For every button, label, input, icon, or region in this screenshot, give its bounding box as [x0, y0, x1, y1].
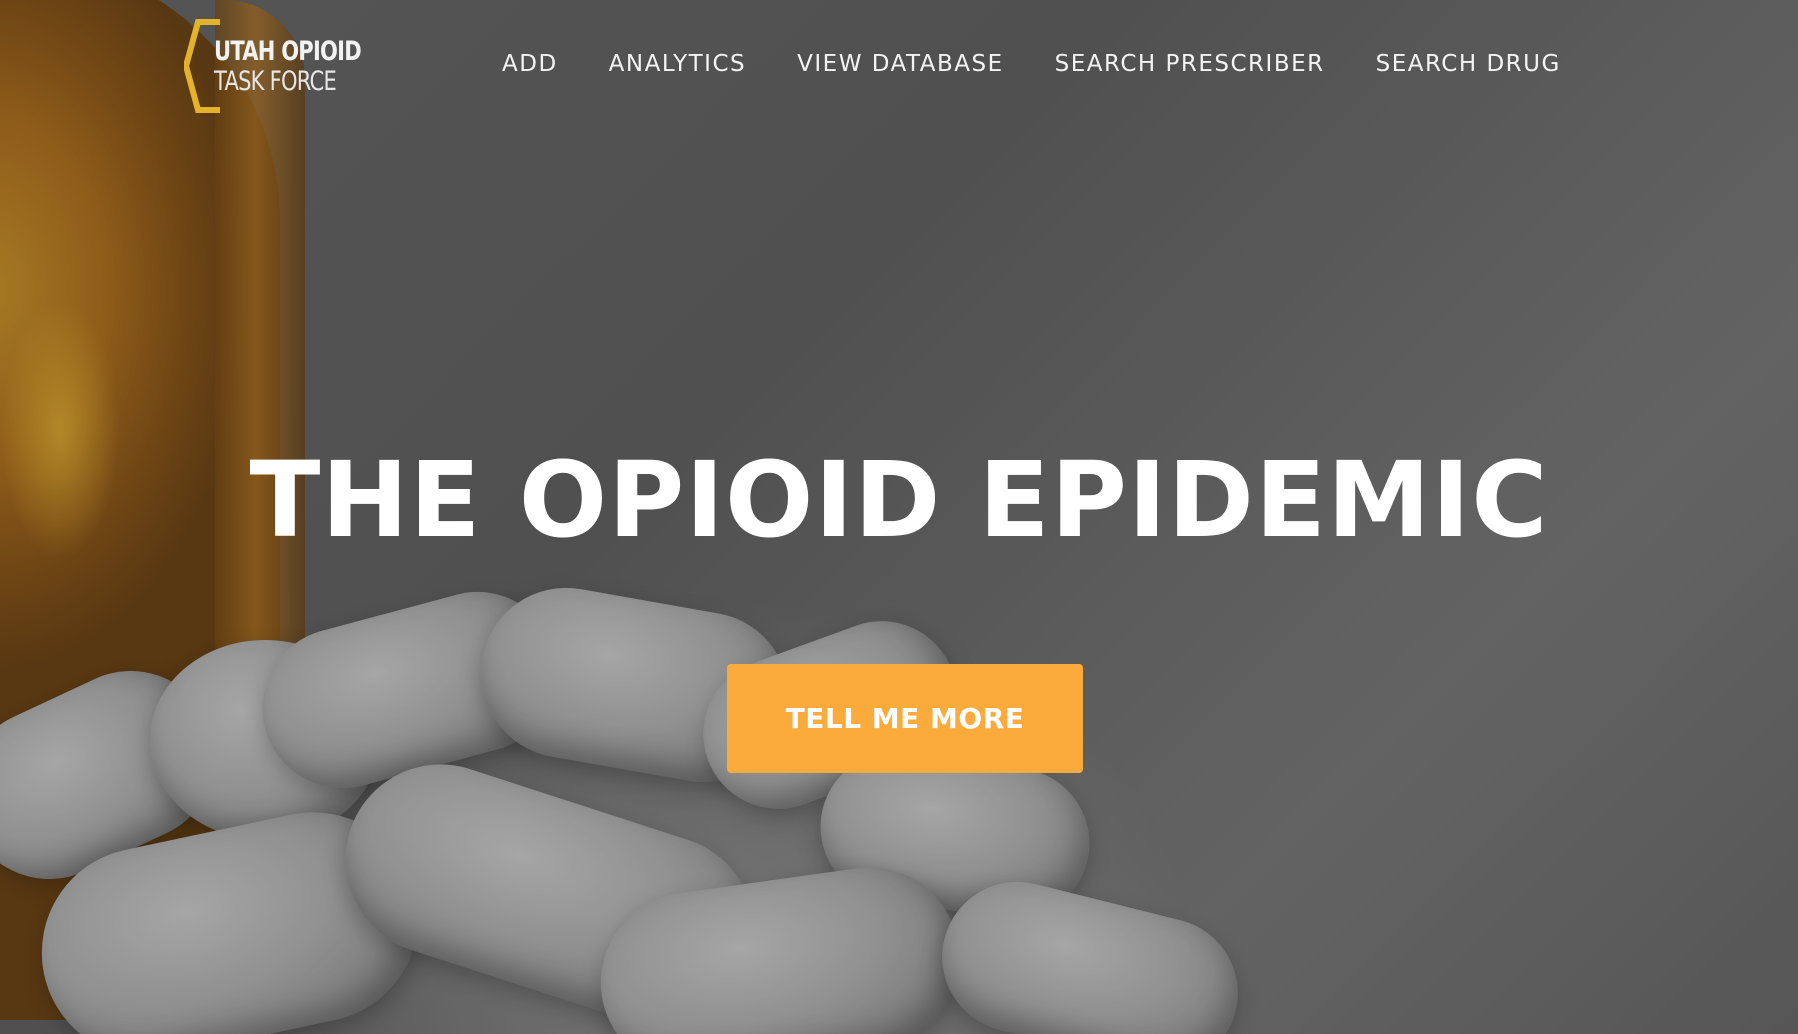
nav-view-database[interactable]: VIEW DATABASE	[797, 44, 1004, 84]
tell-me-more-button[interactable]: TELL ME MORE	[727, 664, 1083, 773]
site-logo[interactable]: UTAH OPIOID TASK FORCE	[184, 18, 364, 114]
nav-analytics[interactable]: ANALYTICS	[609, 44, 746, 84]
nav-search-drug[interactable]: SEARCH DRUG	[1376, 44, 1561, 84]
hero-section: UTAH OPIOID TASK FORCE ADD ANALYTICS VIE…	[0, 0, 1798, 1034]
hero-headline: THE OPIOID EPIDEMIC	[249, 439, 1549, 561]
logo-subtitle: TASK FORCE	[214, 66, 337, 97]
nav-search-prescriber[interactable]: SEARCH PRESCRIBER	[1055, 44, 1325, 84]
main-nav: ADD ANALYTICS VIEW DATABASE SEARCH PRESC…	[502, 44, 1561, 84]
logo-title: UTAH OPIOID	[214, 36, 362, 67]
nav-add[interactable]: ADD	[502, 44, 558, 84]
